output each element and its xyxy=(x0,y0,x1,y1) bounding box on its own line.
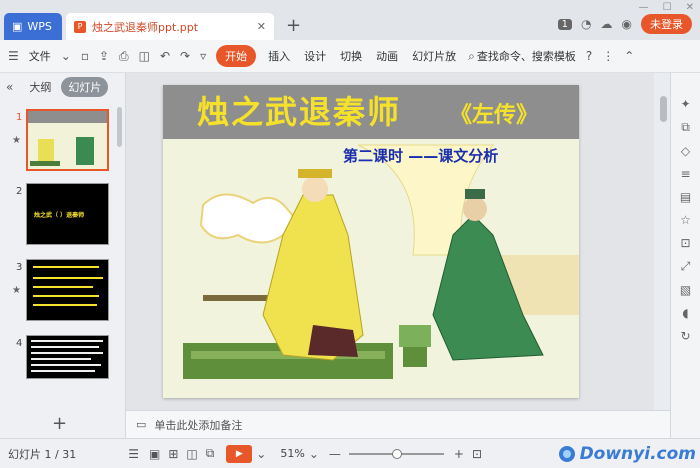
zoom-out-icon[interactable]: — xyxy=(329,447,341,461)
notes-bar[interactable]: ▭ 单击此处添加备注 xyxy=(126,410,670,438)
play-slideshow-button[interactable]: ▶ xyxy=(226,444,253,463)
more-options-icon[interactable]: ⋮ xyxy=(602,49,614,63)
canvas-scrollbar[interactable] xyxy=(660,96,667,122)
shape-icon[interactable]: ◇ xyxy=(681,144,690,158)
status-bar: 幻灯片 1 / 31 ☰ ▣ ⊞ ◫ ⧉ ▶ ⌄ 51% ⌄ — + ⊡ Dow… xyxy=(0,438,700,468)
wps-home-tab[interactable]: ▣ WPS xyxy=(4,13,62,40)
document-tab-title: 烛之武退秦师ppt.ppt xyxy=(92,20,199,34)
command-search[interactable]: 查找命令、搜索模板 xyxy=(477,48,576,64)
star-icon[interactable]: ☆ xyxy=(680,213,691,227)
thumb3-text-lines xyxy=(33,266,103,306)
copy-icon[interactable]: ⧉ xyxy=(681,120,690,135)
tab-design[interactable]: 设计 xyxy=(304,48,326,64)
add-slide-button[interactable]: + xyxy=(52,413,67,434)
user-avatar-icon[interactable]: ◉ xyxy=(622,17,632,31)
outline-tab[interactable]: 大纲 xyxy=(29,79,51,95)
notes-icon: ▭ xyxy=(136,418,147,431)
tab-insert[interactable]: 插入 xyxy=(268,48,290,64)
slide-canvas-area: 烛之武退秦师 《左传》 第二课时 ——课文分析 xyxy=(126,73,654,410)
save-icon[interactable]: ▫ xyxy=(81,49,89,63)
more-dropdown-icon[interactable]: ▿ xyxy=(200,49,206,63)
wps-tab-label: WPS xyxy=(27,20,52,33)
grid-view-icon[interactable]: ⊞ xyxy=(168,447,178,461)
panel-scrollbar[interactable] xyxy=(117,107,122,147)
slide-source: 《左传》 xyxy=(450,102,539,128)
hamburger-menu-icon[interactable]: ☰ xyxy=(8,49,19,63)
normal-view-icon[interactable]: ▣ xyxy=(149,447,160,461)
collapse-ribbon-icon[interactable]: ⌃ xyxy=(624,49,634,63)
preview-icon[interactable]: ◫ xyxy=(139,49,150,63)
thumb2-text: 烛之武（ ）退秦师 xyxy=(34,212,85,219)
collapse-panel-icon[interactable]: « xyxy=(6,80,13,94)
dropdown-icon[interactable]: ⌄ xyxy=(61,49,71,63)
window-count-badge[interactable]: 1 xyxy=(557,18,573,30)
cloud-icon[interactable]: ☁ xyxy=(601,17,613,31)
skin-icon[interactable]: ◔ xyxy=(581,17,591,31)
print-icon[interactable]: ⎙ xyxy=(119,49,129,64)
fit-window-icon[interactable]: ⊡ xyxy=(472,447,482,461)
maximize-icon[interactable]: ☐ xyxy=(663,2,672,13)
login-button[interactable]: 未登录 xyxy=(641,14,692,34)
crop-icon[interactable]: ⊡ xyxy=(680,236,690,250)
watermark-logo-icon xyxy=(558,446,575,462)
reading-view-icon[interactable]: ◫ xyxy=(186,447,197,461)
tab-animation[interactable]: 动画 xyxy=(376,48,398,64)
canvas-scroll-area xyxy=(654,73,670,410)
refresh-icon[interactable]: ↻ xyxy=(680,329,690,343)
slide-thumbnail-4[interactable]: 4 xyxy=(0,335,118,401)
close-tab-icon[interactable]: ✕ xyxy=(257,20,266,33)
layout-icon[interactable]: ▤ xyxy=(680,190,691,204)
zoom-slider[interactable] xyxy=(348,448,444,459)
watermark-text: Downyi.com xyxy=(579,444,696,464)
ppt-file-icon: P xyxy=(74,20,86,33)
document-tab[interactable]: P 烛之武退秦师ppt.ppt ✕ xyxy=(66,13,274,40)
presenter-view-icon[interactable]: ⧉ xyxy=(206,446,215,461)
slide-thumbnail-1[interactable]: 1 ★ xyxy=(0,109,118,175)
slide-subtitle: 第二课时 ——课文分析 xyxy=(343,147,499,165)
file-menu[interactable]: 文件 xyxy=(29,48,51,64)
help-icon[interactable]: ? xyxy=(586,49,592,63)
slides-tab[interactable]: 幻灯片 xyxy=(61,77,109,97)
watermark: Downyi.com xyxy=(558,444,696,464)
play-dropdown-icon[interactable]: ⌄ xyxy=(256,447,266,461)
zoom-in-icon[interactable]: + xyxy=(454,447,464,461)
notes-toggle-icon[interactable]: ☰ xyxy=(128,447,139,461)
slide-thumbnail-2[interactable]: 2 烛之武（ ）退秦师 xyxy=(0,183,118,249)
thumb4-text-lines xyxy=(31,340,103,372)
tab-slideshow[interactable]: 幻灯片放 xyxy=(412,48,456,64)
minimize-icon[interactable]: — xyxy=(639,2,649,13)
search-icon: ⌕ xyxy=(468,48,475,63)
zoom-level[interactable]: 51% xyxy=(280,447,304,460)
slides-panel: « 大纲 幻灯片 1 ★ 2 烛之武（ ）退秦师 3 ★ 4 + xyxy=(0,73,126,438)
tab-bar: ▣ WPS P 烛之武退秦师ppt.ppt ✕ + 1 ◔ ☁ ◉ 未登录 — … xyxy=(0,0,700,40)
redo-icon[interactable]: ↷ xyxy=(180,49,190,63)
undo-icon[interactable]: ↶ xyxy=(160,49,170,63)
settings-sliders-icon[interactable]: ≡ xyxy=(680,167,690,181)
notes-placeholder: 单击此处添加备注 xyxy=(154,418,243,432)
slide-title: 烛之武退秦师 xyxy=(197,93,402,131)
image-icon[interactable]: ▧ xyxy=(680,283,691,297)
current-slide[interactable]: 烛之武退秦师 《左传》 第二课时 ——课文分析 xyxy=(163,85,579,398)
ribbon-toolbar: ☰ 文件 ⌄ ▫ ⇪ ⎙ ◫ ↶ ↷ ▿ 开始 插入 设计 切换 动画 幻灯片放… xyxy=(0,40,700,73)
paint-icon[interactable]: ✦ xyxy=(680,97,690,111)
thumb1-illustration xyxy=(30,137,94,166)
export-icon[interactable]: ⇪ xyxy=(99,49,109,63)
animation-star-icon: ★ xyxy=(12,285,21,296)
audio-icon[interactable]: ◖ xyxy=(682,306,688,320)
new-tab-button[interactable]: + xyxy=(286,15,301,36)
wps-logo-icon: ▣ xyxy=(12,20,23,33)
expand-icon[interactable]: ⤢ xyxy=(681,259,691,274)
close-window-icon[interactable]: ✕ xyxy=(686,2,694,13)
tab-transition[interactable]: 切换 xyxy=(340,48,362,64)
right-sidebar: ✦ ⧉ ◇ ≡ ▤ ☆ ⊡ ⤢ ▧ ◖ ↻ xyxy=(670,73,700,438)
slide-thumbnail-3[interactable]: 3 ★ xyxy=(0,259,118,325)
tab-start[interactable]: 开始 xyxy=(216,45,257,67)
zoom-dropdown-icon[interactable]: ⌄ xyxy=(309,447,319,461)
slide-counter: 幻灯片 1 / 31 xyxy=(8,447,77,461)
animation-star-icon: ★ xyxy=(12,135,21,146)
zoom-slider-knob[interactable] xyxy=(391,448,402,459)
